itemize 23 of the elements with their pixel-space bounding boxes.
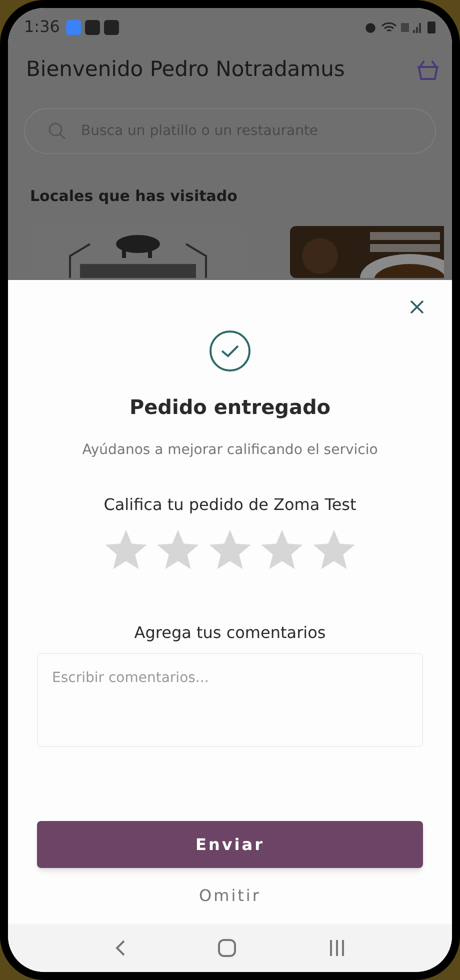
comments-label: Agrega tus comentarios bbox=[134, 622, 326, 644]
check-circle-icon bbox=[209, 330, 251, 372]
submit-button[interactable]: Enviar bbox=[37, 821, 423, 868]
back-icon[interactable] bbox=[114, 939, 126, 957]
status-time: 1:36 bbox=[24, 16, 60, 38]
close-icon[interactable] bbox=[410, 300, 424, 314]
welcome-title: Bienvenido Pedro Notradamus bbox=[26, 56, 345, 83]
home-icon[interactable] bbox=[218, 939, 236, 957]
battery-icon bbox=[427, 20, 436, 34]
modal-title: Pedido entregado bbox=[129, 394, 331, 421]
skip-button[interactable]: Omitir bbox=[199, 884, 261, 908]
app-icon bbox=[84, 20, 100, 34]
comments-field[interactable]: Escribir comentarios... bbox=[37, 653, 423, 747]
app-icon bbox=[104, 20, 119, 34]
wifi-icon bbox=[381, 20, 397, 34]
search-icon bbox=[48, 122, 66, 140]
signal-icon bbox=[401, 20, 423, 34]
section-title: Locales que has visitado bbox=[30, 186, 238, 206]
rating-prompt: Califica tu pedido de Zoma Test bbox=[104, 494, 356, 516]
app-icon bbox=[66, 20, 81, 34]
basket-icon[interactable] bbox=[416, 58, 440, 81]
recents-icon[interactable] bbox=[328, 939, 346, 957]
modal-subtitle: Ayúdanos a mejorar calificando el servicio bbox=[82, 441, 378, 460]
